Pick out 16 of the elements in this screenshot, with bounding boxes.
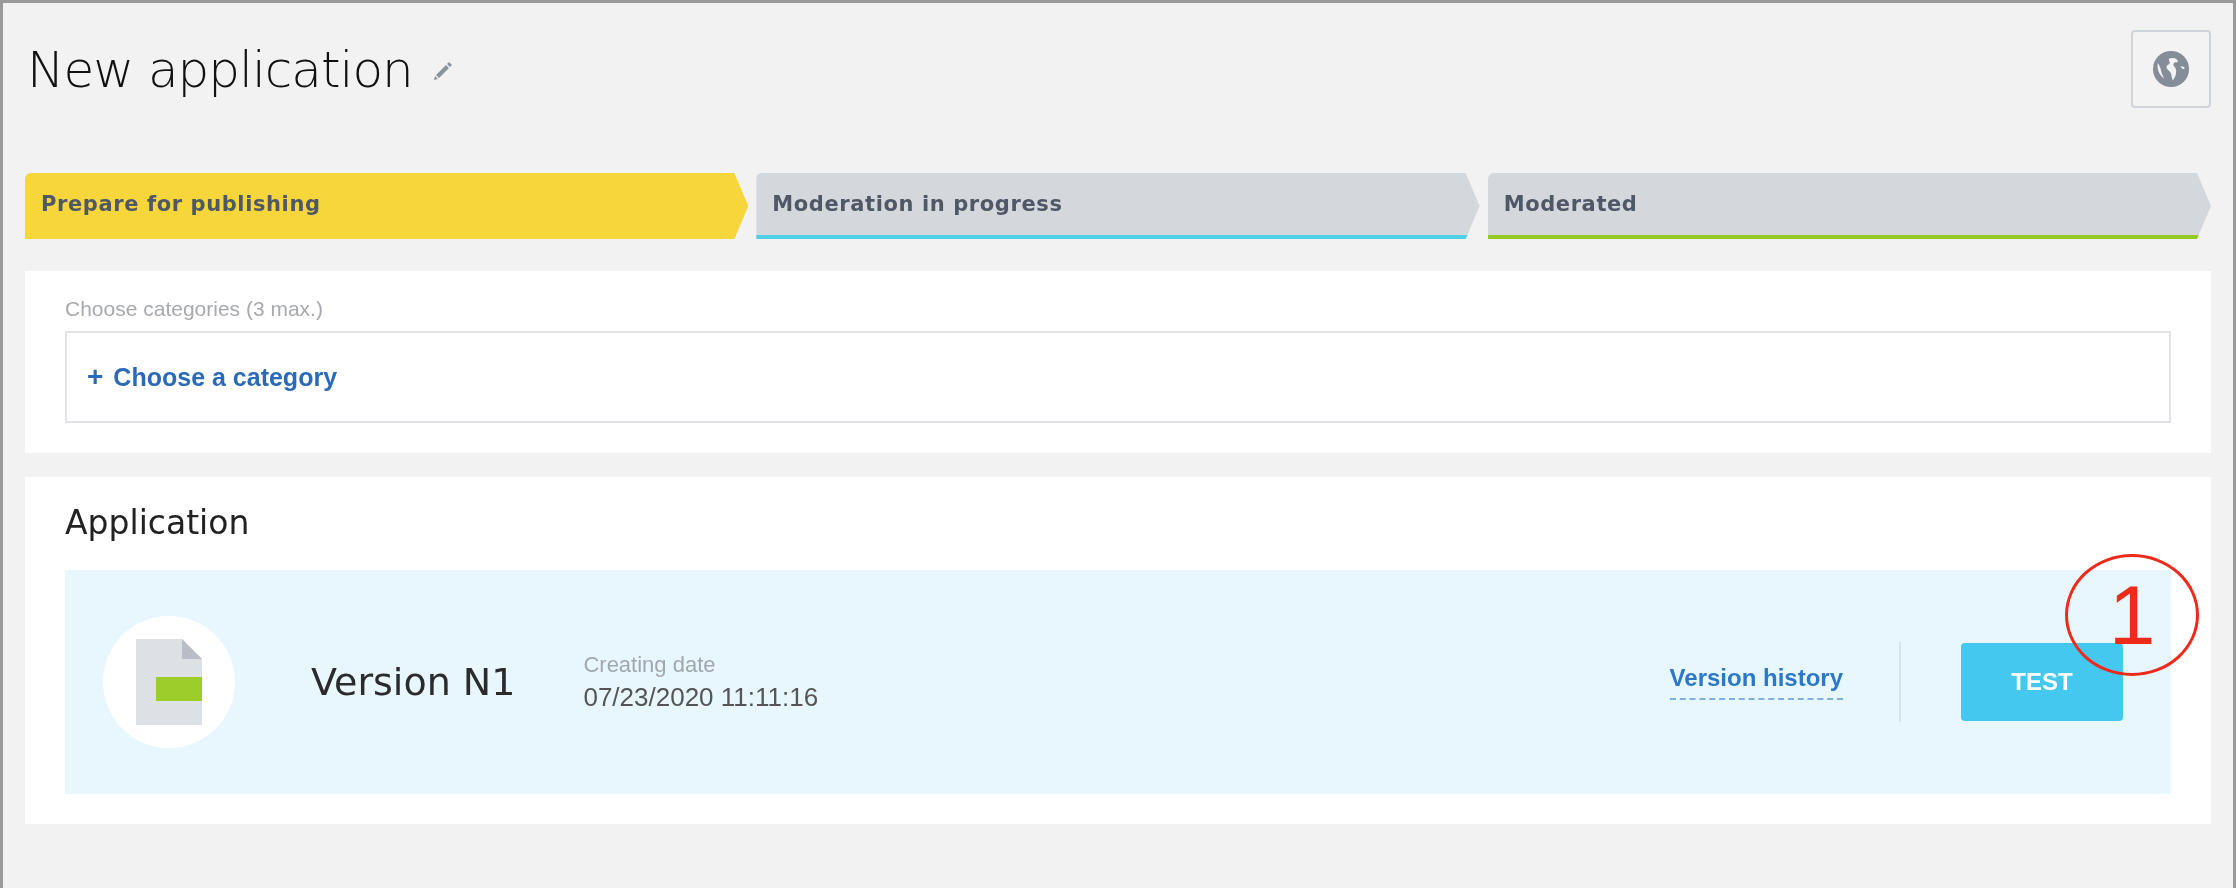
- choose-category-link[interactable]: Choose a category: [113, 362, 338, 392]
- section-heading: Application: [65, 503, 251, 542]
- progress-step[interactable]: Prepare for publishing: [25, 173, 749, 239]
- pencil-icon[interactable]: [432, 60, 453, 80]
- version-history-link[interactable]: Version history: [1669, 664, 1843, 700]
- plus-icon[interactable]: +: [87, 361, 104, 393]
- version-name: Version N1: [311, 660, 516, 704]
- date-value: 07/23/2020 11:11:16: [583, 681, 819, 713]
- globe-icon: [2152, 50, 2190, 88]
- progress-step[interactable]: Moderated: [1487, 173, 2211, 239]
- date-label: Creating date: [583, 651, 717, 678]
- file-icon: [136, 639, 202, 725]
- field-label: Choose categories (3 max.): [65, 297, 324, 321]
- globe-button[interactable]: [2131, 30, 2211, 108]
- page-title: New application: [27, 41, 413, 99]
- progress-step[interactable]: Moderation in progress: [756, 173, 1480, 239]
